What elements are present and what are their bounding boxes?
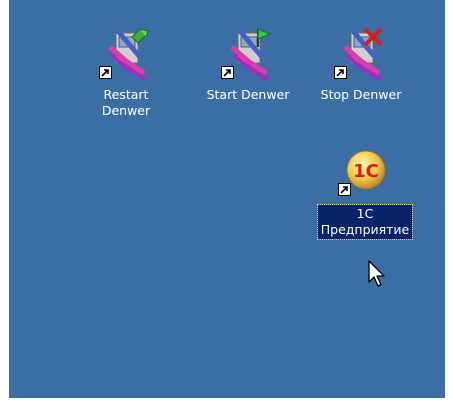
mouse-pointer-icon	[368, 260, 385, 287]
1c-enterprise-icon: 1C	[335, 146, 395, 202]
shortcut-label: Restart Denwer	[101, 87, 151, 118]
shortcut-arrow-icon	[221, 66, 234, 79]
shortcut-label: Start Denwer	[206, 87, 290, 102]
shortcut-arrow-icon	[334, 66, 347, 79]
denwer-stop-icon	[331, 27, 391, 83]
shortcut-label: Stop Denwer	[320, 87, 402, 102]
denwer-restart-icon	[96, 27, 156, 83]
desktop[interactable]: Restart Denwer Start Denwer Stop Denwer …	[9, 0, 445, 398]
denwer-start-icon	[218, 27, 278, 83]
shortcut-label: 1C Предприятие	[316, 204, 414, 240]
shortcut-1c-enterprise[interactable]: 1C 1C Предприятие	[310, 146, 420, 240]
shortcut-restart-denwer[interactable]: Restart Denwer	[71, 27, 181, 120]
svg-text:1C: 1C	[353, 161, 379, 182]
screenshot-frame: Restart Denwer Start Denwer Stop Denwer …	[0, 0, 453, 414]
shortcut-arrow-icon	[99, 66, 112, 79]
shortcut-stop-denwer[interactable]: Stop Denwer	[306, 27, 416, 104]
shortcut-start-denwer[interactable]: Start Denwer	[193, 27, 303, 104]
shortcut-arrow-icon	[338, 183, 351, 196]
